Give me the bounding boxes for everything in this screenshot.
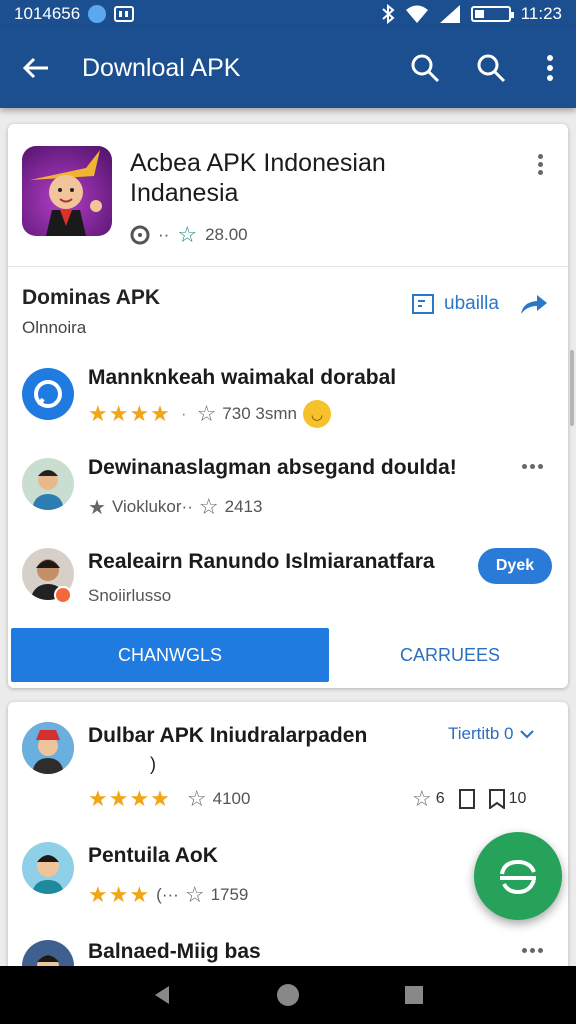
star-icon: ★ — [88, 496, 106, 519]
nav-home-icon[interactable] — [275, 982, 301, 1008]
search-icon — [477, 54, 506, 83]
status-time-left: 1014656 — [14, 4, 81, 23]
list-item[interactable]: Mannknkeah waimakal dorabal ★★★★ · ☆ 730… — [8, 360, 568, 440]
section-title: Dominas APK — [22, 286, 161, 309]
save-count[interactable]: 10 — [488, 789, 527, 809]
list-item-title: Pentuila AoK — [88, 844, 218, 867]
document-icon — [412, 294, 434, 314]
character-illustration — [30, 150, 102, 236]
rating-extra: (··· — [156, 885, 179, 904]
list-item-subtitle: Snoiirlusso — [88, 586, 171, 606]
favorite-count[interactable]: ☆ 6 — [412, 786, 445, 812]
avatar — [22, 722, 74, 774]
battery-icon — [470, 6, 514, 22]
floating-action-button[interactable] — [474, 832, 562, 920]
star-outline-icon: ☆ — [186, 786, 207, 811]
settings-icon — [130, 225, 150, 245]
primary-button[interactable]: CHANWGLS — [11, 628, 329, 682]
star-outline-icon: ☆ — [196, 401, 217, 426]
section-link[interactable]: ubailla — [412, 292, 549, 316]
avatar — [22, 458, 74, 510]
list-item[interactable]: Realeairn Ranundo Islmiaranatfara Snoiir… — [8, 540, 568, 620]
review-count: 4100 — [212, 789, 251, 808]
list-item-title: Balnaed-Miig bas — [88, 940, 261, 963]
more-vert-icon — [547, 55, 553, 81]
list-item-meta: ★★★★ ☆ 4100 — [88, 786, 250, 812]
rating-stars: ★★★★ — [88, 401, 171, 426]
app-title-line1: Acbea APK Indonesian — [130, 149, 386, 177]
list-item-meta: ★ Vioklukor·· ☆ 2413 — [88, 494, 262, 520]
list-item-subtitle-text: Snoiirlusso — [88, 586, 172, 605]
signal-icon — [439, 5, 460, 23]
chat-app-icon — [22, 368, 74, 420]
list-item-title: Realeairn Ranundo Islmiaranatfara — [88, 550, 435, 573]
badge-icon — [54, 586, 72, 604]
emoji-icon: ◡ — [302, 400, 331, 428]
card-menu-button[interactable] — [538, 154, 543, 175]
rating-stars: ★★★ — [88, 882, 151, 907]
arrow-left-icon — [22, 57, 48, 79]
search-button[interactable] — [392, 28, 458, 108]
list-item[interactable]: Dulbar APK Iniudralarpaden ) ★★★★ ☆ 4100… — [8, 720, 568, 820]
review-count: 2413 — [224, 497, 263, 516]
search-icon — [411, 54, 440, 83]
app-meta: ·· ☆ 28.00 — [130, 222, 248, 248]
avatar — [22, 842, 74, 894]
row-menu-button[interactable] — [522, 464, 543, 469]
favorite-count-value: 6 — [435, 790, 445, 807]
share-icon — [520, 295, 547, 314]
list-item[interactable]: Dewinanaslagman absegand doulda! ★ Viokl… — [8, 450, 568, 530]
sync-icon — [500, 859, 536, 895]
nav-back-icon[interactable] — [151, 984, 173, 1006]
item-actions: ☆ 6 10 — [412, 786, 526, 812]
list-item-meta: ★★★★ · ☆ 730 3smn ◡ — [88, 400, 331, 428]
save-icon — [488, 789, 505, 809]
list-item-title: Mannknkeah waimakal dorabal — [88, 366, 397, 389]
overflow-menu-button[interactable] — [524, 28, 576, 108]
app-title-line2: Indanesia — [130, 179, 239, 207]
rating-text: Vioklukor·· — [111, 497, 193, 516]
nav-recents-icon[interactable] — [403, 984, 425, 1006]
bookmark-count[interactable] — [458, 789, 475, 809]
section-link-label: ubailla — [444, 293, 499, 314]
list-item-meta: ★★★ (··· ☆ 1759 — [88, 882, 248, 908]
section-subtitle: Olnnoira — [22, 318, 87, 337]
notification-icon — [88, 5, 107, 23]
app-list-card: Tiertitb 0 Dulbar APK Iniudralarpaden ) … — [8, 702, 568, 972]
meta-dots: ·· — [158, 225, 170, 244]
page-title: Downloal APK — [82, 53, 241, 82]
star-outline-icon: ☆ — [184, 882, 205, 907]
list-item-subtitle: ) — [150, 754, 156, 774]
save-count-value: 10 — [508, 790, 527, 807]
app-icon[interactable] — [22, 146, 112, 236]
bookmark-icon — [458, 789, 475, 809]
review-count: 730 3smn — [222, 404, 297, 423]
system-nav-bar — [0, 966, 576, 1024]
rating-stars: ★★★★ — [88, 786, 171, 811]
star-icon: ☆ — [177, 222, 198, 247]
status-time: 11:23 — [520, 4, 562, 23]
search-button-2[interactable] — [458, 28, 524, 108]
list-item-title: Dulbar APK Iniudralarpaden — [88, 724, 368, 747]
status-bar: 1014656 11:23 — [0, 0, 576, 28]
app-title: Acbea APK Indonesian Indanesia — [130, 148, 510, 208]
back-button[interactable] — [0, 28, 72, 108]
star-outline-icon: ☆ — [198, 494, 219, 519]
row-menu-button[interactable] — [522, 948, 543, 953]
scrollbar[interactable] — [570, 350, 574, 426]
divider — [8, 266, 568, 267]
star-outline-icon: ☆ — [412, 786, 432, 811]
action-pill-button[interactable]: Dyek — [478, 548, 552, 584]
list-item-title: Dewinanaslagman absegand doulda! — [88, 456, 457, 479]
app-detail-card: Acbea APK Indonesian Indanesia ·· ☆ 28.0… — [8, 124, 568, 688]
bluetooth-icon — [382, 4, 395, 24]
secondary-button[interactable]: CARRUEES — [332, 628, 568, 682]
notification-icon-2 — [114, 6, 135, 22]
app-rating: 28.00 — [205, 225, 248, 244]
wifi-icon — [405, 5, 428, 23]
review-count: 1759 — [210, 885, 249, 904]
app-bar: Downloal APK — [0, 28, 576, 108]
